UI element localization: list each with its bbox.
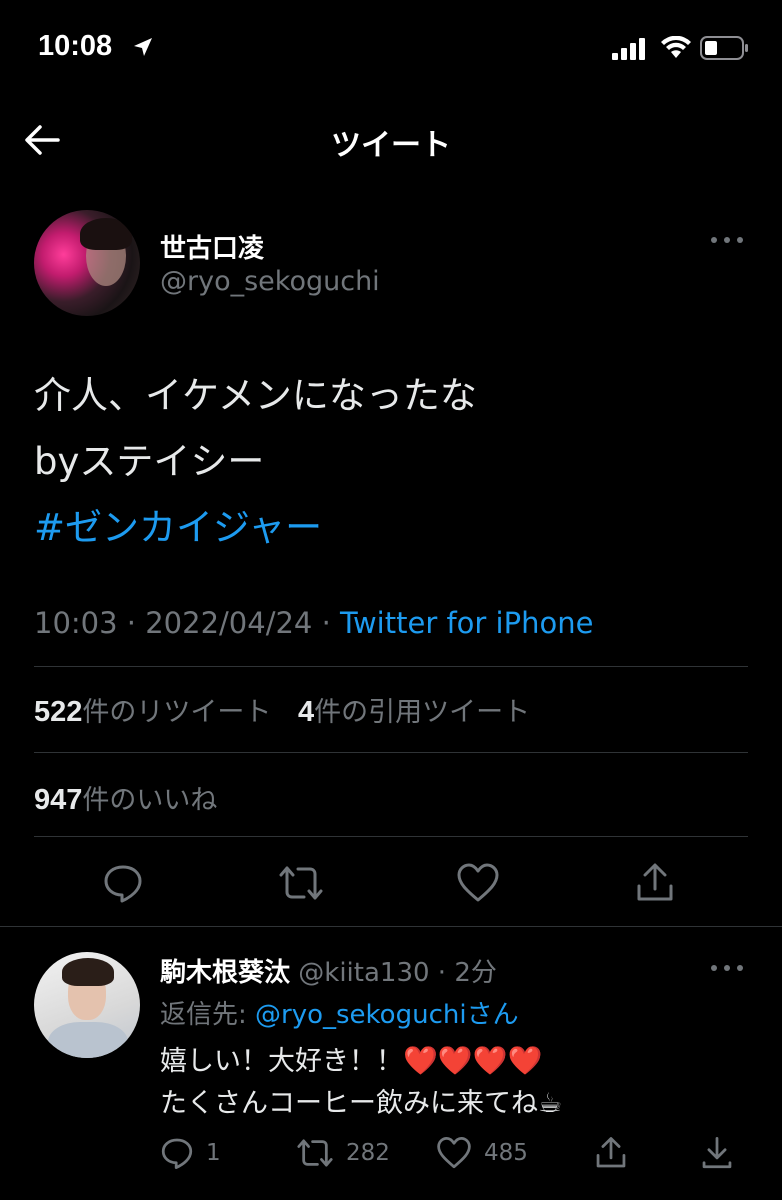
share-icon bbox=[596, 1137, 626, 1168]
reply-author-avatar[interactable] bbox=[34, 952, 140, 1058]
more-options-icon[interactable] bbox=[710, 962, 744, 974]
like-stats[interactable]: 947件のいいね bbox=[34, 778, 217, 817]
divider bbox=[34, 752, 748, 753]
heart-emojis: ❤️❤️❤️❤️ bbox=[403, 1044, 543, 1077]
coffee-emoji: ☕ bbox=[538, 1088, 563, 1119]
reply-text: 嬉しい！大好き！！❤️❤️❤️❤️ たくさんコーヒー飲みに来てね☕ bbox=[160, 1040, 562, 1125]
tweet-action-bar bbox=[0, 862, 782, 906]
retweet-icon[interactable] bbox=[278, 862, 324, 904]
author-name[interactable]: 世古口凌 bbox=[160, 228, 264, 265]
reply-time: 2分 bbox=[454, 958, 497, 988]
tweet-text-line: byステイシー bbox=[34, 440, 265, 483]
author-avatar[interactable] bbox=[34, 210, 140, 316]
tweet-text: 介人、イケメンになったな byステイシー #ゼンカイジャー bbox=[34, 363, 477, 561]
reply-author-handle[interactable]: @kiita130 bbox=[298, 958, 429, 988]
reply-count: 1 bbox=[206, 1140, 221, 1166]
page-title: ツイート bbox=[331, 128, 451, 163]
reply-download-button[interactable] bbox=[700, 1136, 734, 1170]
reply-retweet-button[interactable]: 282 bbox=[296, 1136, 390, 1170]
share-icon[interactable] bbox=[634, 862, 676, 904]
retweet-stat[interactable]: 522件のリツイート bbox=[34, 696, 272, 728]
reply-text-line: 嬉しい！大好き！！❤️❤️❤️❤️ bbox=[160, 1040, 562, 1083]
retweet-stats: 522件のリツイート 4件の引用ツイート bbox=[34, 690, 530, 729]
replying-to: 返信先: @ryo_sekoguchiさん bbox=[160, 994, 519, 1031]
battery-icon bbox=[700, 36, 748, 60]
wifi-icon bbox=[661, 36, 691, 58]
reply-like-count: 485 bbox=[484, 1140, 528, 1166]
reply-text-2: たくさんコーヒー飲みに来てね bbox=[160, 1088, 538, 1119]
retweet-label: 件のリツイート bbox=[82, 697, 272, 728]
reply-retweet-count: 282 bbox=[346, 1140, 390, 1166]
reply-icon[interactable] bbox=[102, 862, 144, 904]
more-options-icon[interactable] bbox=[710, 234, 744, 246]
reply-text-line: たくさんコーヒー飲みに来てね☕ bbox=[160, 1083, 562, 1125]
avatar-body bbox=[48, 1022, 128, 1058]
mention-link[interactable]: @ryo_sekoguchi bbox=[255, 1000, 467, 1030]
meta-separator: · bbox=[117, 606, 146, 640]
retweet-icon bbox=[297, 1139, 333, 1167]
quote-count: 4 bbox=[297, 696, 315, 728]
status-time: 10:08 bbox=[38, 30, 113, 62]
divider bbox=[0, 926, 782, 927]
heart-icon[interactable] bbox=[456, 862, 500, 904]
reply-icon bbox=[161, 1138, 193, 1169]
quote-label: 件の引用ツイート bbox=[314, 697, 531, 728]
author-handle[interactable]: @ryo_sekoguchi bbox=[160, 266, 380, 297]
like-count: 947 bbox=[34, 784, 83, 816]
reply-reply-button[interactable]: 1 bbox=[160, 1136, 221, 1170]
reply-header: 駒木根葵汰 @kiita130 · 2分 bbox=[160, 952, 497, 989]
tweet-source-link[interactable]: Twitter for iPhone bbox=[340, 606, 593, 640]
status-bar: 10:08 bbox=[0, 0, 782, 96]
heart-icon bbox=[437, 1137, 471, 1169]
retweet-count: 522 bbox=[34, 696, 83, 728]
meta-separator: · bbox=[312, 606, 341, 640]
location-arrow-icon bbox=[134, 38, 152, 56]
like-label: 件のいいね bbox=[82, 785, 218, 816]
avatar-hair bbox=[80, 218, 132, 250]
tweet-date: 2022/04/24 bbox=[145, 606, 313, 640]
divider bbox=[34, 666, 748, 667]
reply-to-suffix: さん bbox=[466, 1000, 519, 1030]
cellular-signal-icon bbox=[612, 38, 645, 60]
reply-to-prefix: 返信先: bbox=[160, 1000, 247, 1030]
tweet-text-line: 介人、イケメンになったな bbox=[34, 374, 477, 417]
nav-bar: ツイート bbox=[0, 100, 782, 180]
quote-stat[interactable]: 4件の引用ツイート bbox=[297, 696, 531, 728]
reply-author-name[interactable]: 駒木根葵汰 bbox=[160, 958, 290, 988]
meta-separator: · bbox=[429, 958, 455, 988]
tweet-meta: 10:03 · 2022/04/24 · Twitter for iPhone bbox=[34, 606, 593, 640]
reply-share-button[interactable] bbox=[594, 1136, 628, 1170]
tweet-time: 10:03 bbox=[34, 606, 118, 640]
divider bbox=[34, 836, 748, 837]
download-icon bbox=[702, 1137, 732, 1169]
reply-like-button[interactable]: 485 bbox=[436, 1136, 528, 1170]
hashtag-link[interactable]: #ゼンカイジャー bbox=[34, 495, 477, 561]
reply-text-1: 嬉しい！大好き！！ bbox=[160, 1046, 403, 1077]
avatar-hair bbox=[62, 958, 114, 986]
